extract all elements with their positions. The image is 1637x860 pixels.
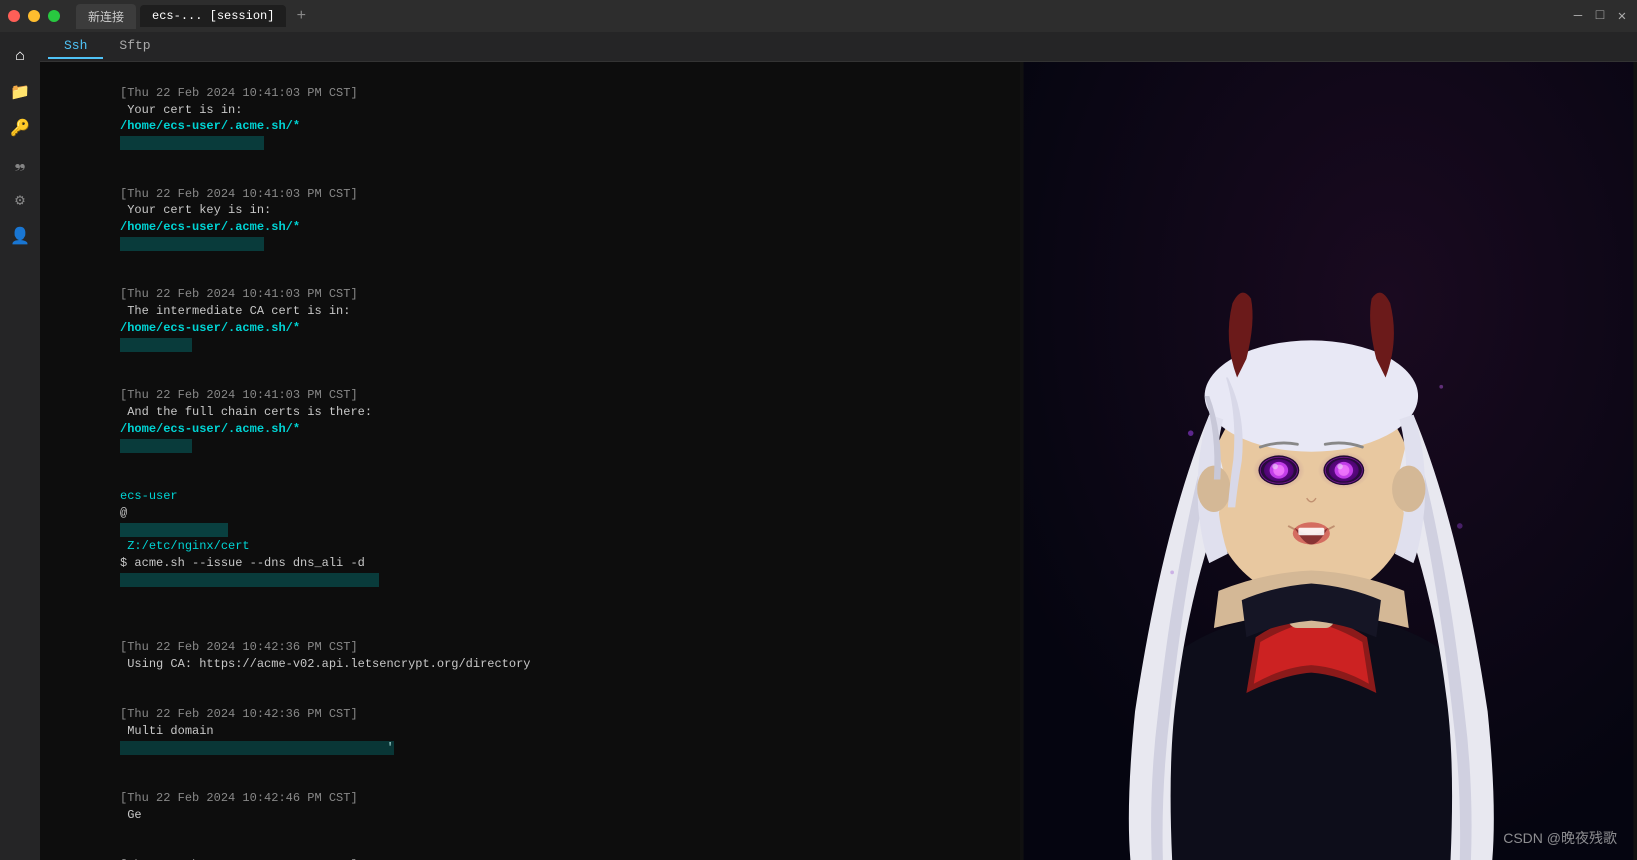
- watermark: CSDN @晚夜残歌: [1503, 828, 1617, 848]
- maximize-traffic-light[interactable]: [48, 10, 60, 22]
- line-1: [Thu 22 Feb 2024 10:41:03 PM CST] Your c…: [48, 68, 1012, 169]
- tab-new-connection[interactable]: 新连接: [76, 4, 136, 29]
- sidebar-icon-settings[interactable]: ⚙: [4, 184, 36, 216]
- tab-session-label: ecs-... [session]: [152, 9, 274, 23]
- line-webroot: [Thu 22 Feb 2024 10:42:46 PM CST] Gettin…: [48, 841, 1012, 860]
- close-traffic-light[interactable]: [8, 10, 20, 22]
- terminal-output[interactable]: [Thu 22 Feb 2024 10:41:03 PM CST] Your c…: [40, 62, 1020, 860]
- tab-new-connection-label: 新连接: [88, 8, 124, 25]
- line-ca: [Thu 22 Feb 2024 10:42:36 PM CST] Using …: [48, 622, 1012, 689]
- close-button[interactable]: ✕: [1615, 9, 1629, 23]
- line-ge: [Thu 22 Feb 2024 10:42:46 PM CST] Ge: [48, 773, 1012, 840]
- anime-image-panel: CSDN @晚夜残歌: [1020, 62, 1637, 860]
- line-2: [Thu 22 Feb 2024 10:41:03 PM CST] Your c…: [48, 169, 1012, 270]
- titlebar-left: [8, 10, 60, 22]
- window-controls: — □ ✕: [1571, 9, 1629, 23]
- sidebar-icon-key[interactable]: 🔑: [4, 112, 36, 144]
- titlebar: 新连接 ecs-... [session] + — □ ✕: [0, 0, 1637, 32]
- tab-sftp[interactable]: Sftp: [103, 34, 166, 59]
- sidebar-icon-user[interactable]: 👤: [4, 220, 36, 252]
- line-blank-1: [48, 606, 1012, 623]
- sidebar-icon-folder[interactable]: 📁: [4, 76, 36, 108]
- main-area: ⌂ 📁 🔑 ❠ ⚙ 👤 Ssh Sftp [Thu 22 Feb 2024 10…: [0, 32, 1637, 860]
- content-area: [Thu 22 Feb 2024 10:41:03 PM CST] Your c…: [40, 62, 1637, 860]
- anime-illustration: [1020, 62, 1637, 860]
- minimize-button[interactable]: —: [1571, 9, 1585, 23]
- new-tab-button[interactable]: +: [290, 5, 312, 27]
- tab-session[interactable]: ecs-... [session]: [140, 5, 286, 27]
- line-4: [Thu 22 Feb 2024 10:41:03 PM CST] And th…: [48, 370, 1012, 471]
- sidebar-icon-home[interactable]: ⌂: [4, 40, 36, 72]
- sidebar: ⌂ 📁 🔑 ❠ ⚙ 👤: [0, 32, 40, 860]
- maximize-button[interactable]: □: [1593, 9, 1607, 23]
- line-3: [Thu 22 Feb 2024 10:41:03 PM CST] The in…: [48, 270, 1012, 371]
- minimize-traffic-light[interactable]: [28, 10, 40, 22]
- protocol-tabbar: Ssh Sftp: [40, 32, 1637, 62]
- sidebar-icon-terminal[interactable]: ❠: [4, 148, 36, 180]
- tab-bar: 新连接 ecs-... [session] +: [76, 4, 1555, 29]
- tab-ssh[interactable]: Ssh: [48, 34, 103, 59]
- line-prompt-1: ecs-user @ Z:/etc/nginx/cert $ acme.sh -…: [48, 471, 1012, 605]
- line-multi: [Thu 22 Feb 2024 10:42:36 PM CST] Multi …: [48, 689, 1012, 773]
